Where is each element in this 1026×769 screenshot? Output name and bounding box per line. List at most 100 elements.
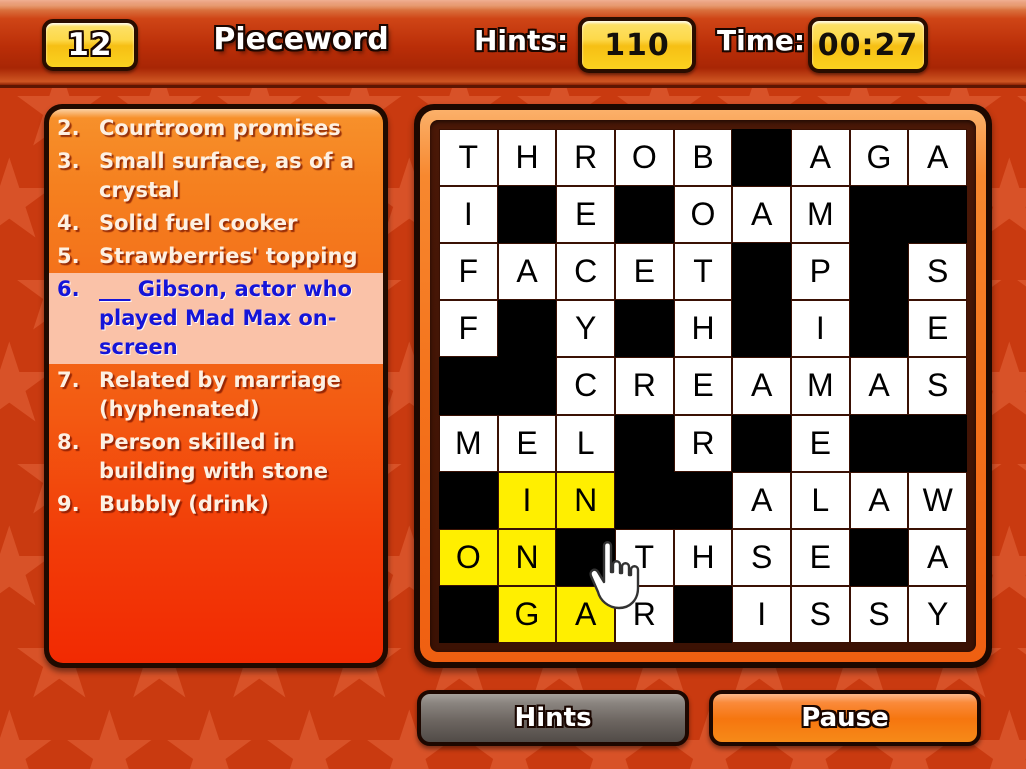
grid-cell[interactable]: A bbox=[732, 357, 791, 415]
grid-cell[interactable]: I bbox=[732, 585, 791, 643]
grid-cell[interactable]: L bbox=[556, 414, 615, 472]
grid-cell[interactable]: R bbox=[615, 585, 674, 643]
grid-cell-block bbox=[673, 585, 733, 643]
clue-panel[interactable]: the heart) 2. Courtroom promises 3. Small su… bbox=[44, 104, 388, 668]
grid-cell[interactable]: A bbox=[849, 357, 909, 415]
grid-cell[interactable]: H bbox=[497, 129, 557, 187]
grid-cell[interactable]: T bbox=[439, 129, 498, 187]
hints-button[interactable]: Hints bbox=[417, 690, 689, 746]
clue-item[interactable]: 2. Courtroom promises bbox=[49, 112, 383, 145]
grid-cell[interactable]: E bbox=[908, 300, 967, 358]
grid-cell[interactable]: A bbox=[556, 585, 615, 643]
grid-cell[interactable]: I bbox=[497, 471, 557, 529]
grid-cell[interactable]: M bbox=[439, 414, 498, 472]
pause-button-label: Pause bbox=[801, 703, 889, 733]
hints-button-label: Hints bbox=[514, 703, 592, 733]
grid-cell[interactable]: M bbox=[791, 186, 850, 244]
clue-panel-inner: the heart) 2. Courtroom promises 3. Small su… bbox=[49, 109, 383, 663]
clue-number: 8. bbox=[57, 430, 80, 454]
grid-cell-block bbox=[908, 414, 967, 472]
grid-cell[interactable]: F bbox=[439, 300, 498, 358]
grid-cell[interactable]: Y bbox=[556, 300, 615, 358]
grid-frame-outer: THROBAGAIEOAMFACETPSFYHIECREAMASMELREINA… bbox=[420, 110, 986, 662]
grid-cell[interactable]: A bbox=[791, 129, 850, 187]
grid-cell[interactable]: T bbox=[615, 528, 674, 586]
game-title: Pieceword bbox=[213, 22, 389, 57]
grid-cell[interactable]: S bbox=[908, 243, 967, 301]
clue-text: Related by marriage (hyphenated) bbox=[99, 368, 341, 421]
grid-cell[interactable]: I bbox=[791, 300, 850, 358]
grid-cell[interactable]: E bbox=[791, 414, 850, 472]
grid-cell-block bbox=[439, 585, 498, 643]
grid-cell[interactable]: E bbox=[556, 186, 615, 244]
grid-cell[interactable]: E bbox=[673, 357, 733, 415]
clue-number: 6. bbox=[57, 277, 80, 301]
grid-cell-block bbox=[849, 414, 909, 472]
pause-button[interactable]: Pause bbox=[709, 690, 981, 746]
grid-cell[interactable]: E bbox=[791, 528, 850, 586]
clue-text: Small surface, as of a crystal bbox=[99, 149, 355, 202]
clue-text: Person skilled in building with stone bbox=[99, 430, 328, 483]
crossword-grid[interactable]: THROBAGAIEOAMFACETPSFYHIECREAMASMELREINA… bbox=[439, 129, 967, 643]
grid-cell[interactable]: A bbox=[908, 528, 967, 586]
grid-cell[interactable]: C bbox=[556, 357, 615, 415]
clue-number: 5. bbox=[57, 244, 80, 268]
grid-cell[interactable]: M bbox=[791, 357, 850, 415]
grid-cell-block bbox=[849, 528, 909, 586]
level-value: 12 bbox=[67, 27, 113, 63]
grid-cell[interactable]: N bbox=[497, 528, 557, 586]
grid-cell[interactable]: G bbox=[849, 129, 909, 187]
level-badge: 12 bbox=[42, 19, 138, 71]
grid-cell[interactable]: R bbox=[556, 129, 615, 187]
grid-cell-block bbox=[497, 300, 557, 358]
grid-cell[interactable]: A bbox=[849, 471, 909, 529]
grid-cell[interactable]: E bbox=[497, 414, 557, 472]
grid-cell[interactable]: Y bbox=[908, 585, 967, 643]
grid-cell[interactable]: H bbox=[673, 528, 733, 586]
grid-cell[interactable]: L bbox=[791, 471, 850, 529]
clue-item[interactable]: 6. ___ Gibson, actor who played Mad Max o… bbox=[49, 273, 383, 364]
clue-number: 3. bbox=[57, 149, 80, 173]
grid-cell[interactable]: S bbox=[908, 357, 967, 415]
grid-cell-block bbox=[849, 300, 909, 358]
grid-cell-block bbox=[615, 300, 674, 358]
grid-cell[interactable]: O bbox=[615, 129, 674, 187]
grid-cell[interactable]: P bbox=[791, 243, 850, 301]
grid-cell-block bbox=[732, 243, 791, 301]
grid-cell[interactable]: A bbox=[497, 243, 557, 301]
grid-cell[interactable]: W bbox=[908, 471, 967, 529]
grid-cell[interactable]: S bbox=[732, 528, 791, 586]
grid-cell[interactable]: G bbox=[497, 585, 557, 643]
clue-item[interactable]: 3. Small surface, as of a crystal bbox=[49, 145, 383, 207]
grid-cell-block bbox=[497, 357, 557, 415]
grid-cell[interactable]: S bbox=[791, 585, 850, 643]
grid-cell-block bbox=[673, 471, 733, 529]
grid-cell-block bbox=[732, 129, 791, 187]
grid-cell-block bbox=[556, 528, 615, 586]
grid-cell[interactable]: O bbox=[673, 186, 733, 244]
grid-cell[interactable]: B bbox=[673, 129, 733, 187]
clue-item[interactable]: 4. Solid fuel cooker bbox=[49, 207, 383, 240]
grid-cell[interactable]: A bbox=[732, 471, 791, 529]
clue-list[interactable]: the heart) 2. Courtroom promises 3. Small su… bbox=[49, 109, 383, 521]
grid-cell[interactable]: I bbox=[439, 186, 498, 244]
grid-cell[interactable]: R bbox=[615, 357, 674, 415]
grid-cell[interactable]: N bbox=[556, 471, 615, 529]
clue-item[interactable]: 8. Person skilled in building with stone bbox=[49, 426, 383, 488]
grid-cell[interactable]: R bbox=[673, 414, 733, 472]
grid-cell[interactable]: A bbox=[732, 186, 791, 244]
grid-cell[interactable]: C bbox=[556, 243, 615, 301]
grid-cell[interactable]: S bbox=[849, 585, 909, 643]
clue-item[interactable]: 5. Strawberries' topping bbox=[49, 240, 383, 273]
grid-cell[interactable]: H bbox=[673, 300, 733, 358]
grid-cell[interactable]: T bbox=[673, 243, 733, 301]
clue-item[interactable]: 7. Related by marriage (hyphenated) bbox=[49, 364, 383, 426]
grid-cell[interactable]: F bbox=[439, 243, 498, 301]
clue-number: 4. bbox=[57, 211, 80, 235]
grid-cell[interactable]: E bbox=[615, 243, 674, 301]
clue-item[interactable]: 9. Bubbly (drink) bbox=[49, 488, 383, 521]
grid-cell-block bbox=[849, 186, 909, 244]
clue-text: Strawberries' topping bbox=[99, 244, 358, 268]
grid-cell[interactable]: A bbox=[908, 129, 967, 187]
grid-cell[interactable]: O bbox=[439, 528, 498, 586]
